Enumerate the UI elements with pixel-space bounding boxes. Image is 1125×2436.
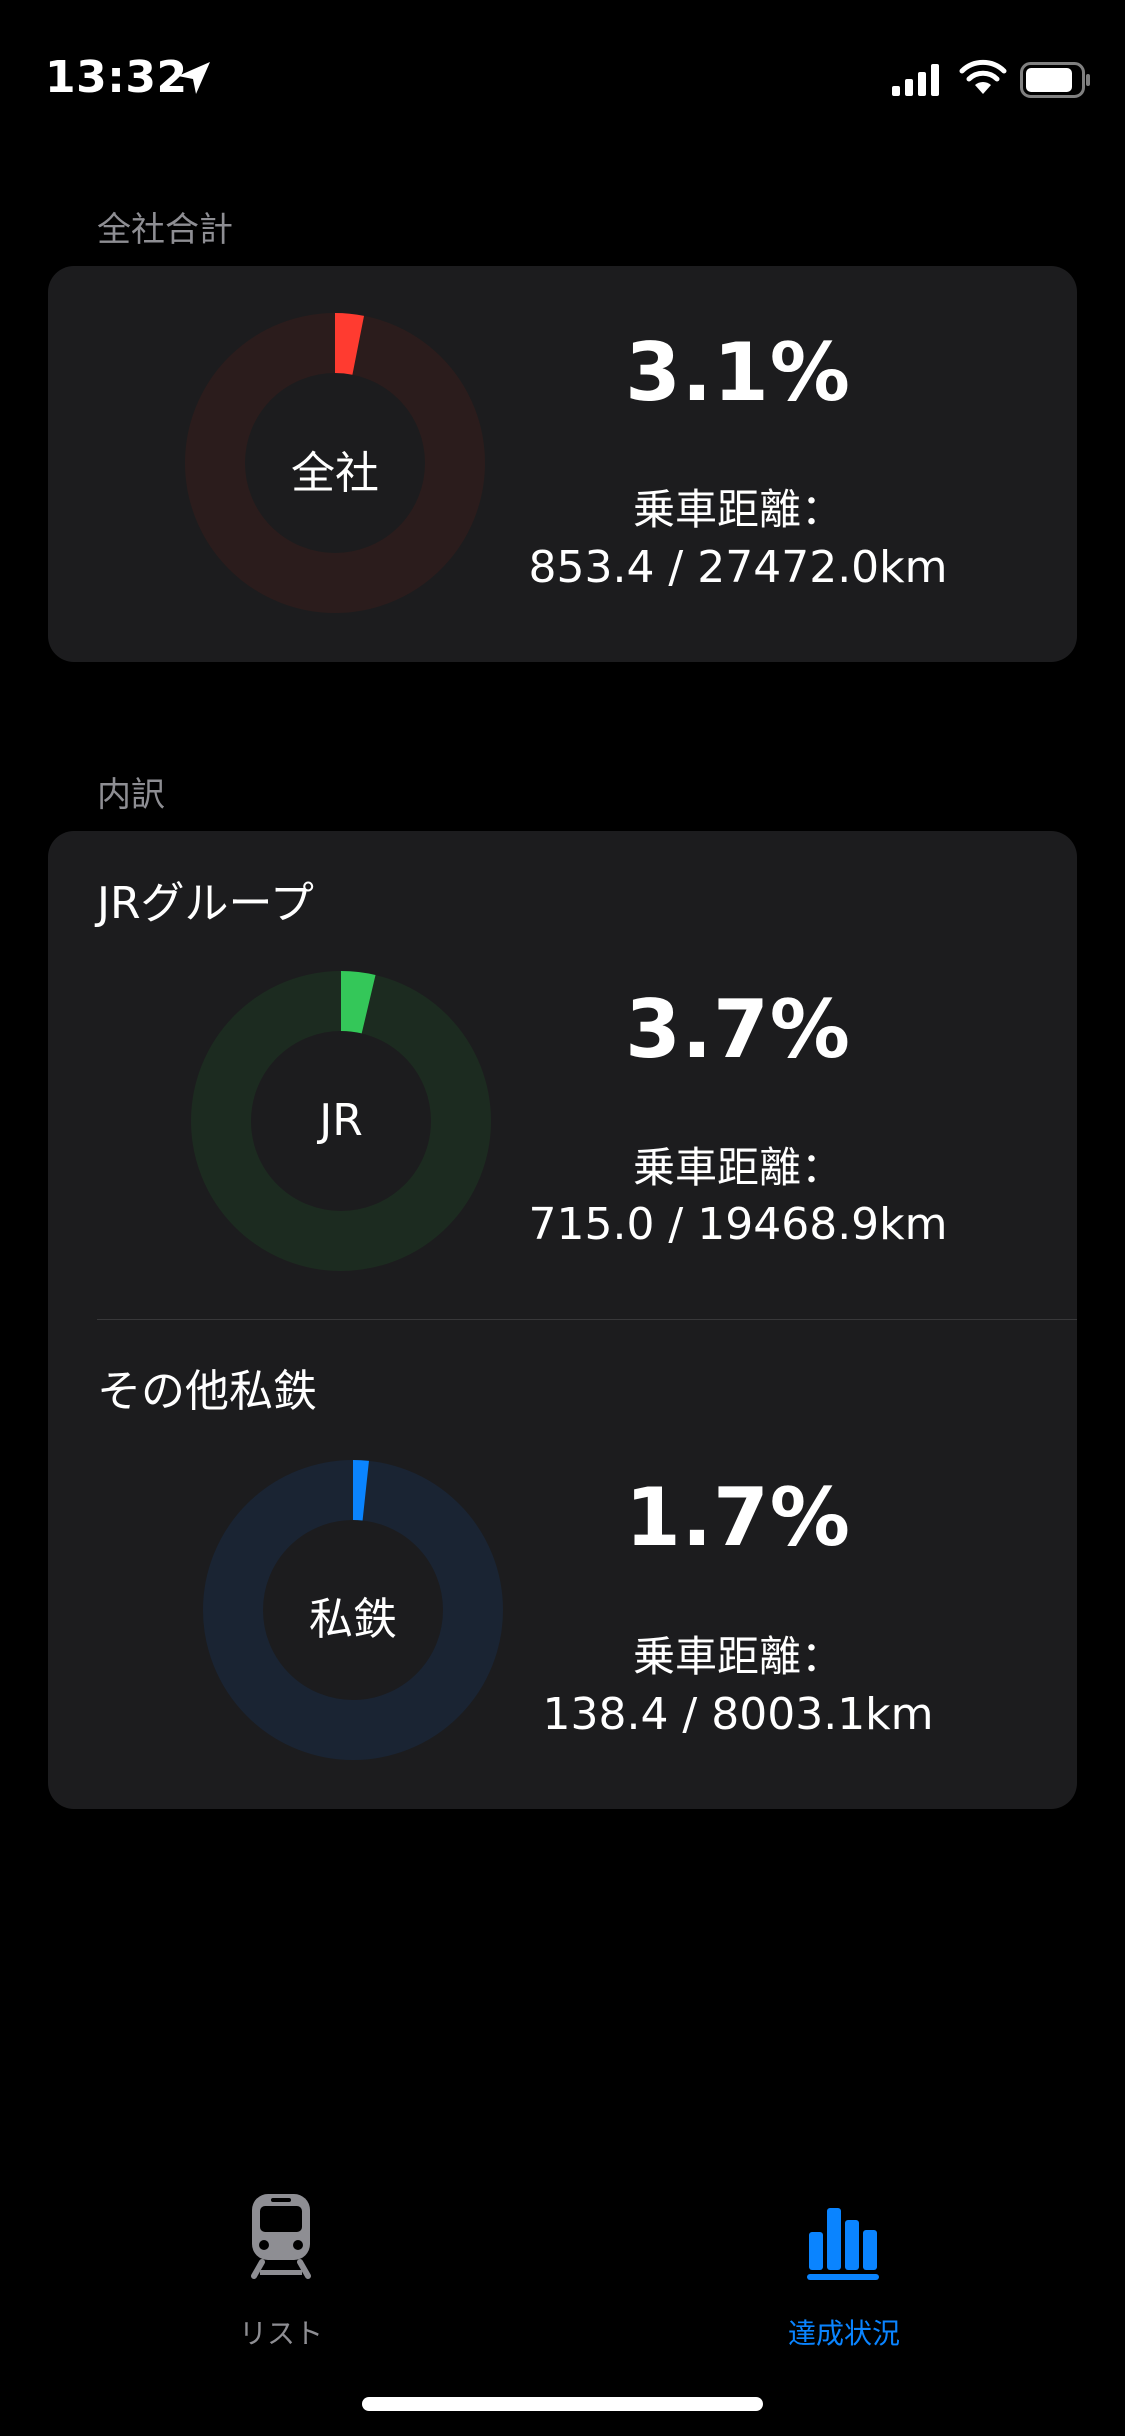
group-divider: [97, 1319, 1077, 1320]
total-distance-value: 853.4 / 27472.0km: [528, 542, 948, 593]
private-ring-label: 私鉄: [309, 1594, 397, 1645]
breakdown-card: JRグループ JR 3.7% 乗車距離： 715.0 / 19468.9km そ…: [48, 831, 1077, 1809]
chart-bar-icon: [807, 2208, 879, 2280]
jr-ring-label: JR: [319, 1095, 363, 1146]
cellular-signal-icon: [892, 64, 939, 96]
total-distance-label: 乗車距離：: [632, 485, 843, 534]
status-time: 13:32: [45, 52, 188, 103]
home-indicator: [362, 2397, 763, 2411]
status-bar: 13:32: [0, 0, 1125, 160]
total-percent: 3.1%: [625, 326, 851, 419]
tab-label-stats: 達成状況: [787, 2317, 900, 2350]
battery-icon: [1020, 62, 1090, 98]
total-ring-label: 全社: [291, 448, 379, 499]
total-card: 全社 3.1% 乗車距離： 853.4 / 27472.0km: [48, 266, 1077, 662]
train-icon: [251, 2194, 311, 2279]
jr-distance-value: 715.0 / 19468.9km: [528, 1199, 948, 1250]
section-header-total: 全社合計: [97, 210, 233, 250]
tab-label-list: リスト: [238, 2317, 323, 2350]
private-distance-label: 乗車距離：: [632, 1632, 843, 1681]
jr-distance-label: 乗車距離：: [632, 1143, 843, 1192]
location-arrow-icon: [178, 62, 210, 94]
jr-percent: 3.7%: [625, 983, 851, 1076]
private-percent: 1.7%: [625, 1471, 851, 1564]
private-distance-value: 138.4 / 8003.1km: [542, 1689, 934, 1740]
tab-stats[interactable]: 達成状況: [714, 2190, 974, 2350]
wifi-icon: [959, 59, 1007, 94]
group-title-private: その他私鉄: [97, 1366, 317, 1417]
group-title-jr: JRグループ: [97, 878, 314, 929]
tab-list[interactable]: リスト: [151, 2190, 411, 2350]
section-header-breakdown: 内訳: [97, 775, 165, 815]
